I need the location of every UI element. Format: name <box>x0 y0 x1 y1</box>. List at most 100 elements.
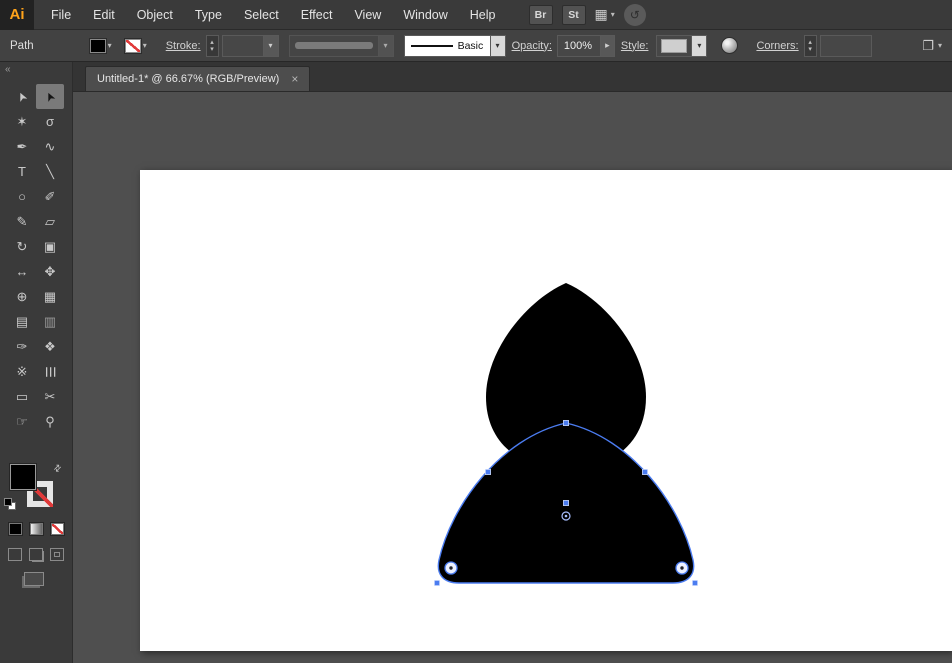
recolor-artwork-button[interactable] <box>721 37 738 54</box>
type-tool[interactable]: T <box>8 159 36 184</box>
slice-tool[interactable]: ✂ <box>36 384 64 409</box>
tools-panel: « ➤➤✶σ✒∿T╲○✐✎▱↻▣↔ ✥ ⊕▦▤▥✑❖※☰▭✂☞⚲ ⇄ <box>0 62 73 663</box>
eyedropper-tool[interactable]: ✑ <box>8 334 36 359</box>
default-fill-stroke-icon[interactable] <box>4 498 16 510</box>
artboard[interactable] <box>140 170 952 651</box>
menu-object[interactable]: Object <box>126 8 184 22</box>
column-graph-tool[interactable]: ☰ <box>36 359 64 384</box>
gradient-tool[interactable]: ▥ <box>36 309 64 334</box>
stroke-color-swatch[interactable] <box>125 39 141 53</box>
draw-inside-button[interactable] <box>50 548 64 561</box>
canvas-area[interactable] <box>73 92 952 663</box>
collapse-panel-chevron[interactable]: « <box>0 62 72 78</box>
drawing-modes-row <box>8 548 64 561</box>
menu-view[interactable]: View <box>343 8 392 22</box>
chevron-down-icon[interactable]: ▾ <box>263 36 278 56</box>
menu-window[interactable]: Window <box>392 8 458 22</box>
menu-edit[interactable]: Edit <box>82 8 126 22</box>
none-button[interactable] <box>50 522 65 536</box>
app-logo[interactable]: Ai <box>0 0 34 30</box>
chevron-down-icon[interactable]: ▾ <box>108 41 112 50</box>
fill-color-control[interactable]: ▾ <box>90 39 112 53</box>
corners-stepper[interactable]: ▴ ▾ <box>804 35 817 57</box>
menubar: Ai FileEditObjectTypeSelectEffectViewWin… <box>0 0 952 30</box>
opacity-flyout-button[interactable]: ▸ <box>601 35 615 57</box>
spinner-down-icon[interactable]: ▾ <box>808 46 812 53</box>
draw-behind-button[interactable] <box>29 548 43 561</box>
center-point-dot[interactable] <box>565 515 568 518</box>
free-transform-tool[interactable]: ✥ <box>36 259 64 284</box>
corner-radius-widget-dot[interactable] <box>680 566 683 569</box>
chevron-down-icon[interactable]: ▾ <box>143 41 147 50</box>
stock-button[interactable]: St <box>562 5 586 25</box>
document-tab[interactable]: Untitled-1* @ 66.67% (RGB/Preview) × <box>85 66 310 91</box>
graphic-style-combo[interactable]: ▾ <box>656 35 707 57</box>
lasso-tool[interactable]: σ <box>36 109 64 134</box>
mesh-tool[interactable]: ▤ <box>8 309 36 334</box>
blend-tool[interactable]: ❖ <box>36 334 64 359</box>
anchor-point[interactable] <box>485 469 490 474</box>
hand-tool[interactable]: ☞ <box>8 409 36 434</box>
tab-close-icon[interactable]: × <box>291 72 298 86</box>
rotate-tool[interactable]: ↻ <box>8 234 36 259</box>
perspective-grid-tool[interactable]: ▦ <box>36 284 64 309</box>
paintbrush-tool[interactable]: ✐ <box>36 184 64 209</box>
chevron-down-icon[interactable]: ▾ <box>490 36 505 56</box>
spinner-down-icon[interactable]: ▾ <box>210 46 214 53</box>
brush-definition-combo[interactable]: Basic ▾ <box>404 35 506 57</box>
selection-tool[interactable]: ➤ <box>8 84 36 109</box>
corners-label[interactable]: Corners: <box>756 40 798 52</box>
fill-indicator-swatch[interactable] <box>10 464 36 490</box>
arrange-documents-icon: ▦ <box>595 6 608 23</box>
free-transform-tool-icon: ✥ <box>45 264 56 280</box>
stroke-color-control[interactable]: ▾ <box>125 39 147 53</box>
eraser-tool[interactable]: ▱ <box>36 209 64 234</box>
corners-field[interactable] <box>820 35 872 57</box>
curvature-tool[interactable]: ∿ <box>36 134 64 159</box>
menu-select[interactable]: Select <box>233 8 290 22</box>
opacity-field[interactable]: 100% <box>557 35 601 57</box>
opacity-label[interactable]: Opacity: <box>512 40 552 52</box>
chevron-down-icon[interactable]: ▾ <box>691 36 706 56</box>
pencil-tool[interactable]: ✎ <box>8 209 36 234</box>
document-setup-icon[interactable]: ❐ <box>922 38 934 54</box>
anchor-point[interactable] <box>563 500 568 505</box>
anchor-point[interactable] <box>563 420 568 425</box>
spinner-up-icon[interactable]: ▴ <box>210 39 214 46</box>
gradient-button[interactable] <box>29 522 44 536</box>
direct-selection-tool[interactable]: ➤ <box>36 84 64 109</box>
style-label[interactable]: Style: <box>621 40 649 52</box>
corner-radius-widget-dot[interactable] <box>449 566 452 569</box>
stroke-weight-stepper[interactable]: ▴ ▾ <box>206 35 219 57</box>
width-profile-preview <box>295 42 373 49</box>
color-button[interactable] <box>8 522 23 536</box>
arrange-documents-button[interactable]: ▦ ▾ <box>595 6 615 23</box>
stroke-weight-label[interactable]: Stroke: <box>166 40 201 52</box>
magic-wand-tool[interactable]: ✶ <box>8 109 36 134</box>
screen-mode-button[interactable] <box>24 572 44 586</box>
anchor-point[interactable] <box>642 469 647 474</box>
menu-help[interactable]: Help <box>459 8 507 22</box>
menu-file[interactable]: File <box>40 8 82 22</box>
draw-normal-button[interactable] <box>8 548 22 561</box>
fill-color-swatch[interactable] <box>90 39 106 53</box>
anchor-point[interactable] <box>692 580 697 585</box>
scale-tool[interactable]: ▣ <box>36 234 64 259</box>
shape-builder-tool[interactable]: ⊕ <box>8 284 36 309</box>
width-tool[interactable]: ↔ <box>8 259 36 284</box>
bridge-button[interactable]: Br <box>529 5 553 25</box>
symbol-sprayer-tool[interactable]: ※ <box>8 359 36 384</box>
touch-workspace-icon[interactable]: ↺ <box>624 4 646 26</box>
zoom-tool[interactable]: ⚲ <box>36 409 64 434</box>
anchor-point[interactable] <box>434 580 439 585</box>
artboard-tool[interactable]: ▭ <box>8 384 36 409</box>
stroke-weight-combo[interactable]: ▾ <box>222 35 279 57</box>
pen-tool[interactable]: ✒ <box>8 134 36 159</box>
swap-fill-stroke-icon[interactable]: ⇄ <box>51 462 64 475</box>
line-segment-tool[interactable]: ╲ <box>36 159 64 184</box>
menu-type[interactable]: Type <box>184 8 233 22</box>
chevron-down-icon[interactable]: ▾ <box>938 41 942 50</box>
menu-effect[interactable]: Effect <box>290 8 344 22</box>
ellipse-tool[interactable]: ○ <box>8 184 36 209</box>
spinner-up-icon[interactable]: ▴ <box>808 39 812 46</box>
